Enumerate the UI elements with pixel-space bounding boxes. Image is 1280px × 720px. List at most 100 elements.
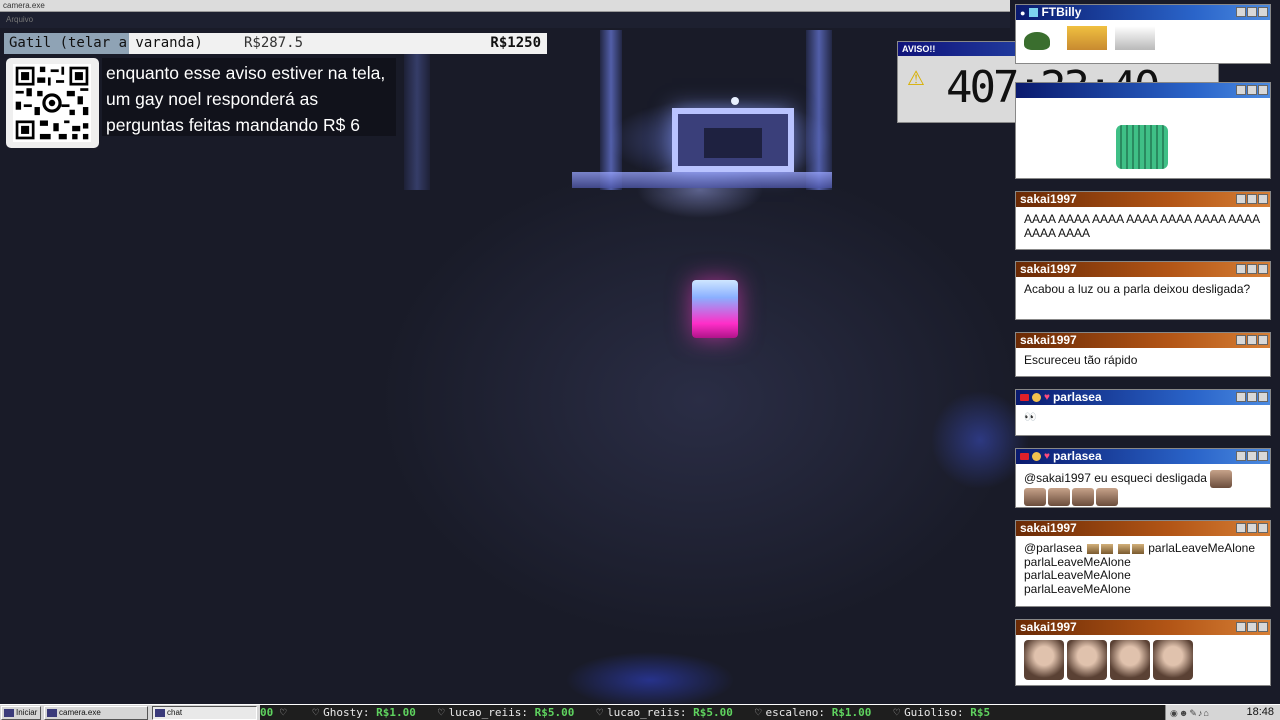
window-controls[interactable] (1236, 264, 1268, 274)
chat-titlebar[interactable] (1016, 83, 1270, 98)
emote-icon (1048, 488, 1070, 506)
wall-pillar-right (806, 30, 832, 190)
ticker-amount: R$1.00 (376, 706, 416, 719)
minimize-icon[interactable] (1236, 194, 1246, 204)
camera-window-menu[interactable]: Arquivo (0, 12, 1010, 28)
heart-badge-icon: ♥ (1044, 451, 1050, 463)
maximize-icon[interactable] (1247, 622, 1257, 632)
maximize-icon[interactable] (1247, 392, 1257, 402)
smile-badge-icon (1032, 393, 1041, 403)
minimize-icon[interactable] (1236, 622, 1246, 632)
chat-titlebar[interactable]: sakai1997 (1016, 192, 1270, 207)
heart-icon: ♡ (437, 706, 445, 719)
ticker-name: Guioliso: (904, 706, 964, 719)
ticker-amount: R$5.00 (534, 706, 575, 719)
close-icon[interactable] (1258, 622, 1268, 632)
close-icon[interactable] (1258, 392, 1268, 402)
close-icon[interactable] (1258, 264, 1268, 274)
window-controls[interactable] (1236, 85, 1268, 95)
minimize-icon[interactable] (1236, 451, 1246, 461)
qr-code-icon (13, 64, 91, 142)
heart-icon: ♡ (754, 706, 762, 719)
tray-icons: ◉☻✎♪⌂ (1170, 708, 1210, 718)
face-emote-icon (1067, 640, 1107, 680)
ticker-item: ♡ Ghosty: R$1.00 (313, 705, 416, 720)
ticker-item: ♡ escaleno: R$1.00 (755, 705, 872, 720)
chat-message-text: Escureceu tão rápido (1024, 353, 1138, 367)
window-controls[interactable] (1236, 523, 1268, 533)
window-controls[interactable] (1236, 7, 1268, 17)
window-controls[interactable] (1236, 335, 1268, 345)
chat-titlebar[interactable]: ● FTBilly (1016, 5, 1270, 20)
wall-pillar-left (600, 30, 622, 190)
maximize-icon[interactable] (1247, 85, 1257, 95)
minimize-icon[interactable] (1236, 7, 1246, 17)
chat-message-text: 👀 (1024, 412, 1037, 423)
ticker-name: escaleno: (765, 706, 826, 719)
warning-icon: ⚠ (907, 68, 925, 90)
ticker-amount: 00 (260, 706, 274, 719)
chat-message-2: sakai1997 Acabou a luz ou a parla deixou… (1015, 261, 1271, 320)
chat-message-text: @parlasea (1024, 541, 1083, 555)
close-icon[interactable] (1258, 194, 1268, 204)
menu-arquivo[interactable]: Arquivo (6, 15, 33, 24)
start-button[interactable]: Iniciar (1, 706, 41, 720)
maximize-icon[interactable] (1247, 335, 1257, 345)
chat-message-text: AAAA AAAA AAAA AAAA AAAA AAAA AAAA AAAA … (1024, 212, 1260, 240)
chat-window-dino (1015, 82, 1271, 179)
emote-icon (1100, 543, 1113, 554)
chat-message-line: parlaLeaveMeAlone (1024, 581, 1131, 596)
chat-titlebar[interactable]: ♥ parlasea (1016, 449, 1270, 464)
close-icon[interactable] (1258, 523, 1268, 533)
heart-icon: ♡ (893, 706, 901, 719)
chat-message-5: ♥ parlasea @sakai1997 eu esqueci desligad… (1015, 448, 1271, 508)
stream-screen: camera.exe Arquivo Gatil (telar a varand… (0, 0, 1280, 720)
ticker-item: 00 ♡ (260, 705, 291, 720)
minimize-icon[interactable] (1236, 335, 1246, 345)
chat-message-6: sakai1997 @parlasea parlaLeaveMeAlone pa… (1015, 520, 1271, 607)
minimize-icon[interactable] (1236, 523, 1246, 533)
window-controls[interactable] (1236, 194, 1268, 204)
minimize-icon[interactable] (1236, 264, 1246, 274)
maximize-icon[interactable] (1247, 7, 1257, 17)
close-icon[interactable] (1258, 451, 1268, 461)
emote-icon (1086, 543, 1099, 554)
chat-titlebar[interactable]: sakai1997 (1016, 333, 1270, 348)
chat-message-4: ♥ parlasea 👀 (1015, 389, 1271, 436)
chat-titlebar[interactable]: sakai1997 (1016, 262, 1270, 277)
ticker-item: ♡ lucao_reiis: R$5.00 (438, 705, 574, 720)
windows-icon (4, 709, 14, 717)
maximize-icon[interactable] (1247, 451, 1257, 461)
pink-lamp (692, 280, 738, 338)
chat-titlebar[interactable]: sakai1997 (1016, 521, 1270, 536)
minimize-icon[interactable] (1236, 392, 1246, 402)
light-dot (731, 97, 739, 105)
chat-message-text: Acabou a luz ou a parla deixou desligada… (1024, 282, 1251, 296)
window-controls[interactable] (1236, 392, 1268, 402)
ticker-name: lucao_reiis: (448, 706, 528, 719)
ticker-name: lucao_reiis: (606, 706, 687, 719)
camera-window-title: camera.exe (3, 1, 45, 10)
dino-emote-icon (1116, 125, 1168, 169)
heart-icon: ♡ (312, 706, 320, 719)
window-controls[interactable] (1236, 622, 1268, 632)
camera-window-titlebar[interactable]: camera.exe (0, 0, 1010, 12)
close-icon[interactable] (1258, 7, 1268, 17)
taskbar-app-camera[interactable]: camera.exe (44, 706, 148, 720)
chat-message-line: parlaLeaveMeAlone (1024, 568, 1131, 582)
chat-titlebar[interactable]: sakai1997 (1016, 620, 1270, 635)
chat-username: sakai1997 (1020, 192, 1077, 206)
minimize-icon[interactable] (1236, 85, 1246, 95)
twitch-badge-icon (1029, 8, 1039, 18)
close-icon[interactable] (1258, 335, 1268, 345)
goal-current: R$287.5 (244, 35, 304, 51)
maximize-icon[interactable] (1247, 523, 1257, 533)
close-icon[interactable] (1258, 85, 1268, 95)
maximize-icon[interactable] (1247, 264, 1257, 274)
maximize-icon[interactable] (1247, 194, 1257, 204)
taskbar-app-chat[interactable]: chat (152, 706, 257, 720)
heart-icon: ♡ (596, 706, 603, 719)
chat-titlebar[interactable]: ♥ parlasea (1016, 390, 1270, 405)
window-controls[interactable] (1236, 451, 1268, 461)
window-frame (672, 108, 794, 172)
